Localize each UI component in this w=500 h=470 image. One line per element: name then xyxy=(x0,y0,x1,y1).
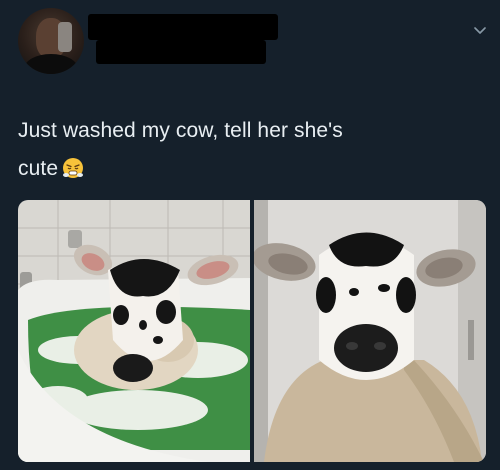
tweet-card: Just washed my cow, tell her she's cute xyxy=(0,0,500,470)
avatar[interactable] xyxy=(18,8,84,74)
tweet-text-line: Just washed my cow, tell her she's xyxy=(18,119,343,142)
redacted-display-name xyxy=(88,14,278,40)
tweet-text-line: cute xyxy=(18,157,59,180)
steam-from-nose-emoji-icon xyxy=(62,154,84,178)
redacted-username xyxy=(96,40,266,64)
photo-calf-bathtub[interactable] xyxy=(18,200,250,462)
chevron-down-icon[interactable] xyxy=(474,22,486,34)
photo-calf-towel[interactable] xyxy=(254,200,486,462)
tweet-text: Just washed my cow, tell her she's cute xyxy=(18,112,478,188)
media-grid xyxy=(18,200,486,462)
